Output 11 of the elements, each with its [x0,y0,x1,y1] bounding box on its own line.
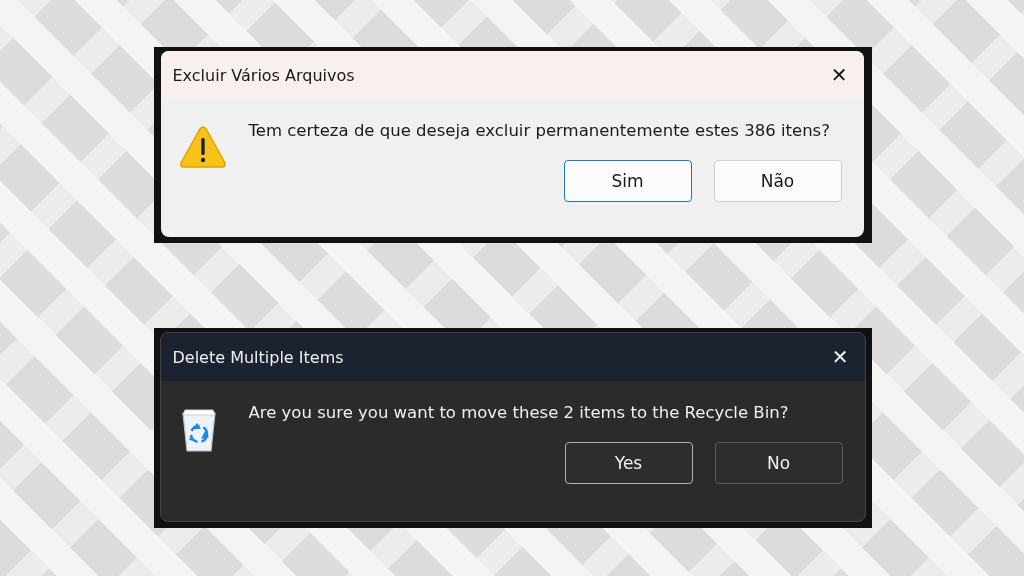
window-title: Delete Multiple Items [172,347,344,367]
dialog-button[interactable]: Não [713,160,842,202]
dialog-button[interactable]: Sim [563,160,692,202]
dialog-message: Are you sure you want to move these 2 items to the Recycle Bin? [248,402,790,422]
warning-icon [178,125,227,169]
dialog-button[interactable]: Yes [564,442,693,484]
dialog-button[interactable]: No [714,442,843,484]
close-button[interactable]: ✕ [825,343,855,371]
window-title: Excluir Vários Arquivos [172,65,355,85]
close-button[interactable]: ✕ [824,61,854,89]
dialog-message: Tem certeza de que deseja excluir permanentemente estes 386 itens? [248,120,831,140]
